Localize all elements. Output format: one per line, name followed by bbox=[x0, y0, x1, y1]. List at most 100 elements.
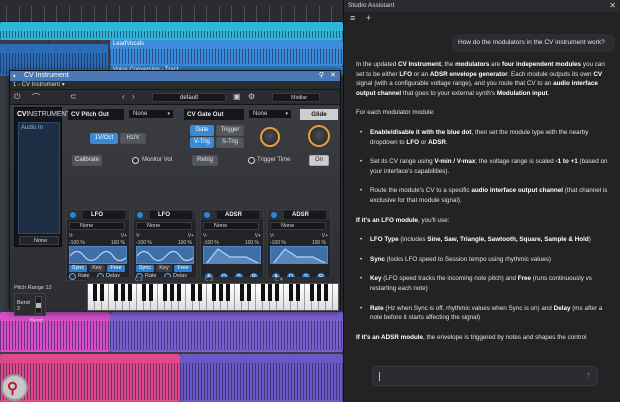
settings-icon[interactable]: ⚙ bbox=[248, 92, 255, 101]
power-icon[interactable]: ⏻ bbox=[14, 92, 20, 102]
module-output-select[interactable]: None bbox=[270, 222, 326, 230]
pitch-out-select[interactable]: None ▾ bbox=[128, 109, 174, 119]
save-icon[interactable]: ▣ bbox=[233, 92, 241, 101]
trigger-time-knob[interactable] bbox=[248, 157, 255, 164]
glide-knob[interactable] bbox=[308, 125, 330, 147]
track-selector[interactable]: 1 - CV Instrument ▾ bbox=[10, 81, 340, 90]
clip-pink[interactable] bbox=[0, 354, 180, 402]
strig-button[interactable]: S-Trig bbox=[216, 137, 244, 148]
retrig-button[interactable]: Retrig bbox=[192, 155, 218, 166]
black-key[interactable] bbox=[240, 284, 244, 301]
module-output-select[interactable]: None bbox=[136, 222, 192, 230]
plus-icon[interactable]: + bbox=[366, 13, 371, 23]
glide-on-button[interactable]: On bbox=[309, 155, 329, 166]
black-key[interactable] bbox=[191, 284, 195, 301]
rate-knob[interactable] bbox=[69, 273, 76, 280]
gate-button[interactable]: Gate bbox=[190, 125, 214, 136]
ruler-tick bbox=[181, 6, 182, 22]
send-arrow-icon[interactable]: ↑ bbox=[586, 370, 591, 381]
module-waveform-display bbox=[203, 246, 261, 264]
clip-magenta[interactable] bbox=[0, 312, 110, 352]
bend-control[interactable]: Bend 2 bbox=[14, 293, 46, 316]
black-key[interactable] bbox=[261, 284, 265, 301]
black-key[interactable] bbox=[149, 284, 153, 301]
clip-violet[interactable] bbox=[180, 354, 343, 402]
black-key[interactable] bbox=[121, 284, 125, 301]
module-header: ADSR bbox=[201, 210, 263, 220]
black-key[interactable] bbox=[310, 284, 314, 301]
black-key[interactable] bbox=[142, 284, 146, 301]
free-button[interactable]: Free bbox=[174, 265, 192, 272]
black-key[interactable] bbox=[317, 284, 321, 301]
black-key[interactable] bbox=[275, 284, 279, 301]
black-key[interactable] bbox=[324, 284, 328, 301]
monitor-vol-knob[interactable] bbox=[132, 157, 139, 164]
black-key[interactable] bbox=[128, 284, 132, 301]
module-output-select[interactable]: None bbox=[69, 222, 125, 230]
module-enable-dot[interactable] bbox=[70, 212, 76, 218]
bend-slider-handle[interactable] bbox=[36, 303, 41, 308]
module-enable-dot[interactable] bbox=[137, 212, 143, 218]
clip-purple[interactable] bbox=[110, 312, 343, 352]
black-key[interactable] bbox=[100, 284, 104, 301]
audio-in-select[interactable]: None bbox=[19, 236, 59, 245]
menu-icon[interactable]: ≡ bbox=[350, 13, 355, 23]
black-key[interactable] bbox=[170, 284, 174, 301]
black-key[interactable] bbox=[247, 284, 251, 301]
preset-prev-icon[interactable]: ‹ bbox=[122, 92, 125, 101]
timeline-ruler[interactable] bbox=[0, 0, 343, 22]
assistant-toolbar: ≡ + bbox=[344, 12, 620, 26]
module-type-select[interactable]: LFO bbox=[150, 211, 192, 219]
black-key[interactable] bbox=[268, 284, 272, 301]
pin-icon[interactable]: ⚲ bbox=[319, 71, 324, 81]
cv-window-titlebar[interactable]: ▪ CV Instrument ⚲ ✕ bbox=[10, 71, 340, 81]
key-button[interactable]: Key bbox=[89, 265, 105, 272]
black-key[interactable] bbox=[93, 284, 97, 301]
preset-next-icon[interactable]: › bbox=[132, 92, 135, 101]
black-key[interactable] bbox=[219, 284, 223, 301]
pitch-range-value[interactable]: 12 bbox=[46, 285, 52, 291]
white-key[interactable] bbox=[333, 284, 338, 310]
module-type-select[interactable]: LFO bbox=[83, 211, 125, 219]
black-key[interactable] bbox=[212, 284, 216, 301]
preset-selector[interactable]: default bbox=[152, 93, 226, 102]
midi-learn-button[interactable]: Midilar bbox=[272, 93, 320, 102]
module-enable-dot[interactable] bbox=[271, 212, 277, 218]
answer-text: Key bbox=[370, 275, 382, 283]
calibrate-button[interactable]: Calibrate bbox=[72, 155, 102, 166]
sync-button[interactable]: Sync bbox=[136, 265, 154, 272]
black-key[interactable] bbox=[163, 284, 167, 301]
vtrig-button[interactable]: V-Trig bbox=[190, 137, 214, 148]
free-button[interactable]: Free bbox=[107, 265, 125, 272]
gate-knob[interactable] bbox=[260, 127, 280, 147]
wave-icon[interactable]: ⌒ bbox=[32, 92, 40, 103]
voct-button[interactable]: 1V/Oct bbox=[90, 133, 118, 144]
lfo-wave-icon bbox=[137, 250, 193, 262]
close-icon[interactable]: ✕ bbox=[609, 0, 616, 12]
answer-text: Sync bbox=[370, 255, 386, 263]
sync-button[interactable]: Sync bbox=[69, 265, 87, 272]
key-button[interactable]: Key bbox=[156, 265, 172, 272]
black-key[interactable] bbox=[177, 284, 181, 301]
module-enable-dot[interactable] bbox=[204, 212, 210, 218]
clip-cyan-top[interactable] bbox=[0, 22, 343, 40]
piano-keyboard[interactable] bbox=[87, 283, 339, 311]
black-key[interactable] bbox=[114, 284, 118, 301]
black-key[interactable] bbox=[289, 284, 293, 301]
trigger-button[interactable]: Trigger bbox=[216, 125, 244, 136]
module-type-select[interactable]: ADSR bbox=[217, 211, 259, 219]
bend-slider[interactable] bbox=[35, 296, 42, 314]
black-key[interactable] bbox=[296, 284, 300, 301]
black-key[interactable] bbox=[198, 284, 202, 301]
module-output-select[interactable]: None bbox=[203, 222, 259, 230]
assistant-input[interactable]: ↑ bbox=[372, 366, 598, 386]
routing-icon[interactable]: ⊂ bbox=[70, 92, 77, 101]
black-key[interactable] bbox=[226, 284, 230, 301]
close-icon[interactable]: ✕ bbox=[330, 71, 336, 81]
answer-text: (Hz when Sync is off, rhythmic values wh… bbox=[383, 304, 554, 312]
clip-leadvocals[interactable]: LeadVocals bbox=[110, 40, 343, 66]
gate-out-select[interactable]: None ▾ bbox=[248, 109, 292, 119]
ruler-tick bbox=[143, 6, 145, 22]
hzv-button[interactable]: Hz/V bbox=[120, 133, 146, 144]
module-type-select[interactable]: ADSR bbox=[284, 211, 326, 219]
